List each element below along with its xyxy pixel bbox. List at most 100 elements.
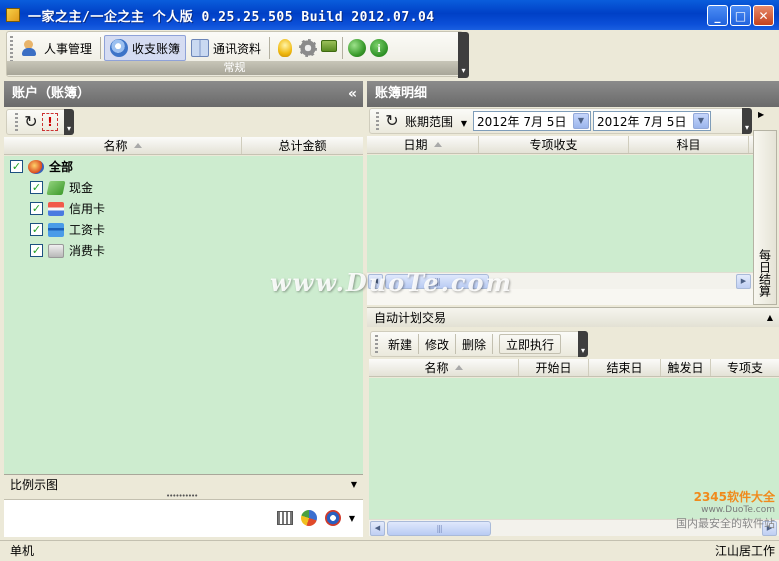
- column-trigger-date[interactable]: 触发日: [661, 359, 711, 376]
- toolbar-group-label: 常规: [7, 61, 462, 75]
- contacts-label: 通讯资料: [213, 41, 262, 56]
- tips-button[interactable]: [273, 35, 297, 61]
- people-icon: [22, 39, 40, 57]
- checkbox[interactable]: ✓: [10, 160, 23, 173]
- accounts-tree: ✓ 全部 ✓ 现金 ✓ 信用卡 ✓ 工资卡 ✓ 消费卡: [4, 156, 363, 474]
- checkbox[interactable]: ✓: [30, 181, 43, 194]
- personnel-label: 人事管理: [44, 41, 93, 56]
- delete-button[interactable]: 删除: [456, 334, 494, 354]
- column-date[interactable]: 日期: [367, 136, 479, 153]
- chart-area: ▼: [4, 499, 363, 537]
- personnel-button[interactable]: 人事管理: [17, 35, 97, 61]
- toolbar-overflow-chevron[interactable]: ▾: [458, 32, 469, 78]
- sort-asc-icon: [433, 142, 442, 147]
- sort-asc-icon: [133, 143, 142, 148]
- accounts-column-header: 名称 总计金额: [4, 137, 363, 155]
- app-icon: [6, 8, 20, 22]
- collapse-left-button[interactable]: «: [348, 81, 357, 107]
- refresh-icon[interactable]: ↻: [383, 112, 401, 130]
- auto-plan-toolbar: 新建 修改 删除 立即执行 ▾: [370, 331, 588, 357]
- column-special[interactable]: 专项收支: [479, 136, 629, 153]
- update-button[interactable]: [346, 35, 368, 61]
- tree-item-credit-card[interactable]: ✓ 信用卡: [30, 198, 105, 219]
- contacts-button[interactable]: 通讯资料: [186, 35, 266, 61]
- daily-settlement-tab[interactable]: 每日结算: [753, 130, 777, 305]
- brand-watermark: 2345软件大全 www.DuoTe.com 国内最安全的软件站: [676, 490, 775, 530]
- ledger-column-header: 日期 专项收支 科目: [367, 136, 753, 154]
- column-subject[interactable]: 科目: [629, 136, 749, 153]
- pie-chart-icon[interactable]: [300, 510, 317, 526]
- tree-item-all[interactable]: ✓ 全部: [10, 156, 73, 177]
- tree-item-cash[interactable]: ✓ 现金: [30, 177, 93, 198]
- checkbox[interactable]: ✓: [30, 244, 43, 257]
- ledger-button[interactable]: 收支账簿: [104, 35, 187, 61]
- info-icon: i: [370, 39, 389, 57]
- tree-item-consume-card[interactable]: ✓ 消费卡: [30, 240, 105, 261]
- minimize-button[interactable]: _: [707, 5, 728, 26]
- credit-card-icon: [48, 201, 64, 216]
- auto-plan-toolbar-chevron[interactable]: ▾: [578, 331, 588, 357]
- cash-icon: [46, 180, 66, 195]
- signpost-button[interactable]: [319, 35, 339, 61]
- salary-card-icon: [48, 222, 64, 237]
- account-icon: [110, 39, 129, 57]
- checkbox[interactable]: ✓: [30, 202, 43, 215]
- chevron-down-icon[interactable]: ▼: [349, 514, 355, 523]
- table-view-icon[interactable]: [276, 511, 293, 525]
- tree-item-salary-card[interactable]: ✓ 工资卡: [30, 219, 105, 240]
- accounts-toolbar: ↻ ! ▾: [6, 109, 74, 135]
- scroll-right-icon[interactable]: ▶: [758, 110, 764, 119]
- ledger-detail-list: [367, 155, 753, 272]
- auto-plan-header: 自动计划交易 ▲: [367, 307, 779, 327]
- date-to-picker[interactable]: 2012年 7月 5日 ▼: [593, 111, 711, 131]
- scroll-thumb[interactable]: |||: [387, 521, 491, 536]
- scroll-right-icon[interactable]: ▶: [736, 274, 751, 289]
- accounts-panel-header: 账户（账簿） «: [4, 81, 363, 107]
- window-controls: _ □ ✕: [707, 5, 774, 26]
- about-button[interactable]: i: [368, 35, 390, 61]
- ledger-label: 收支账簿: [132, 41, 181, 56]
- column-name[interactable]: 名称: [4, 137, 242, 154]
- watermark-text: www.DuoTe.com: [270, 268, 513, 297]
- chevron-down-icon: ▼: [350, 480, 357, 489]
- main-toolbar: 人事管理 收支账簿 通讯资料 i 常规 ▾: [6, 31, 469, 78]
- column-start-date[interactable]: 开始日: [519, 359, 589, 376]
- status-mode: 单机: [10, 544, 35, 558]
- close-button[interactable]: ✕: [753, 5, 774, 26]
- donut-chart-icon[interactable]: [324, 510, 341, 526]
- execute-now-button[interactable]: 立即执行: [499, 334, 562, 354]
- date-from-picker[interactable]: 2012年 7月 5日 ▼: [473, 111, 591, 131]
- column-plan-name[interactable]: 名称: [369, 359, 519, 376]
- title-bar: 一家之主/一企之主 个人版 0.25.25.505 Build 2012.07.…: [0, 0, 779, 30]
- edit-button[interactable]: 修改: [419, 334, 457, 354]
- alert-icon[interactable]: !: [42, 113, 58, 131]
- collapse-up-icon[interactable]: ▲: [767, 308, 773, 328]
- maximize-button[interactable]: □: [730, 5, 751, 26]
- chevron-down-icon: ▼: [693, 113, 709, 129]
- consume-card-icon: [48, 243, 64, 258]
- accounts-panel-title: 账户（账簿）: [12, 86, 91, 101]
- gear-icon: [299, 39, 318, 57]
- column-special-expense[interactable]: 专项支: [711, 359, 779, 376]
- ledger-toolbar-chevron[interactable]: ▾: [742, 108, 752, 134]
- accounts-toolbar-chevron[interactable]: ▾: [64, 109, 74, 135]
- address-book-icon: [191, 39, 210, 57]
- chevron-down-icon: ▼: [460, 118, 467, 128]
- sort-asc-icon: [454, 365, 463, 370]
- period-range-dropdown[interactable]: 账期范围 ▼: [405, 113, 467, 130]
- auto-plan-column-header: 名称 开始日 结束日 触发日 专项支: [369, 359, 779, 377]
- refresh-icon[interactable]: ↻: [22, 113, 40, 131]
- ledger-detail-header: 账簿明细: [367, 81, 779, 107]
- status-bar: 单机 江山居工作: [0, 540, 779, 561]
- settings-button[interactable]: [297, 35, 319, 61]
- column-end-date[interactable]: 结束日: [589, 359, 661, 376]
- new-button[interactable]: 新建: [382, 334, 420, 354]
- toolbar-grip[interactable]: [10, 36, 13, 62]
- status-workspace: 江山居工作: [714, 544, 775, 558]
- all-accounts-icon: [28, 159, 44, 174]
- scroll-left-icon[interactable]: ◀: [370, 521, 385, 536]
- checkbox[interactable]: ✓: [30, 223, 43, 236]
- ledger-detail-title: 账簿明细: [375, 86, 428, 101]
- bulb-icon: [278, 39, 293, 57]
- column-total[interactable]: 总计金额: [242, 137, 363, 154]
